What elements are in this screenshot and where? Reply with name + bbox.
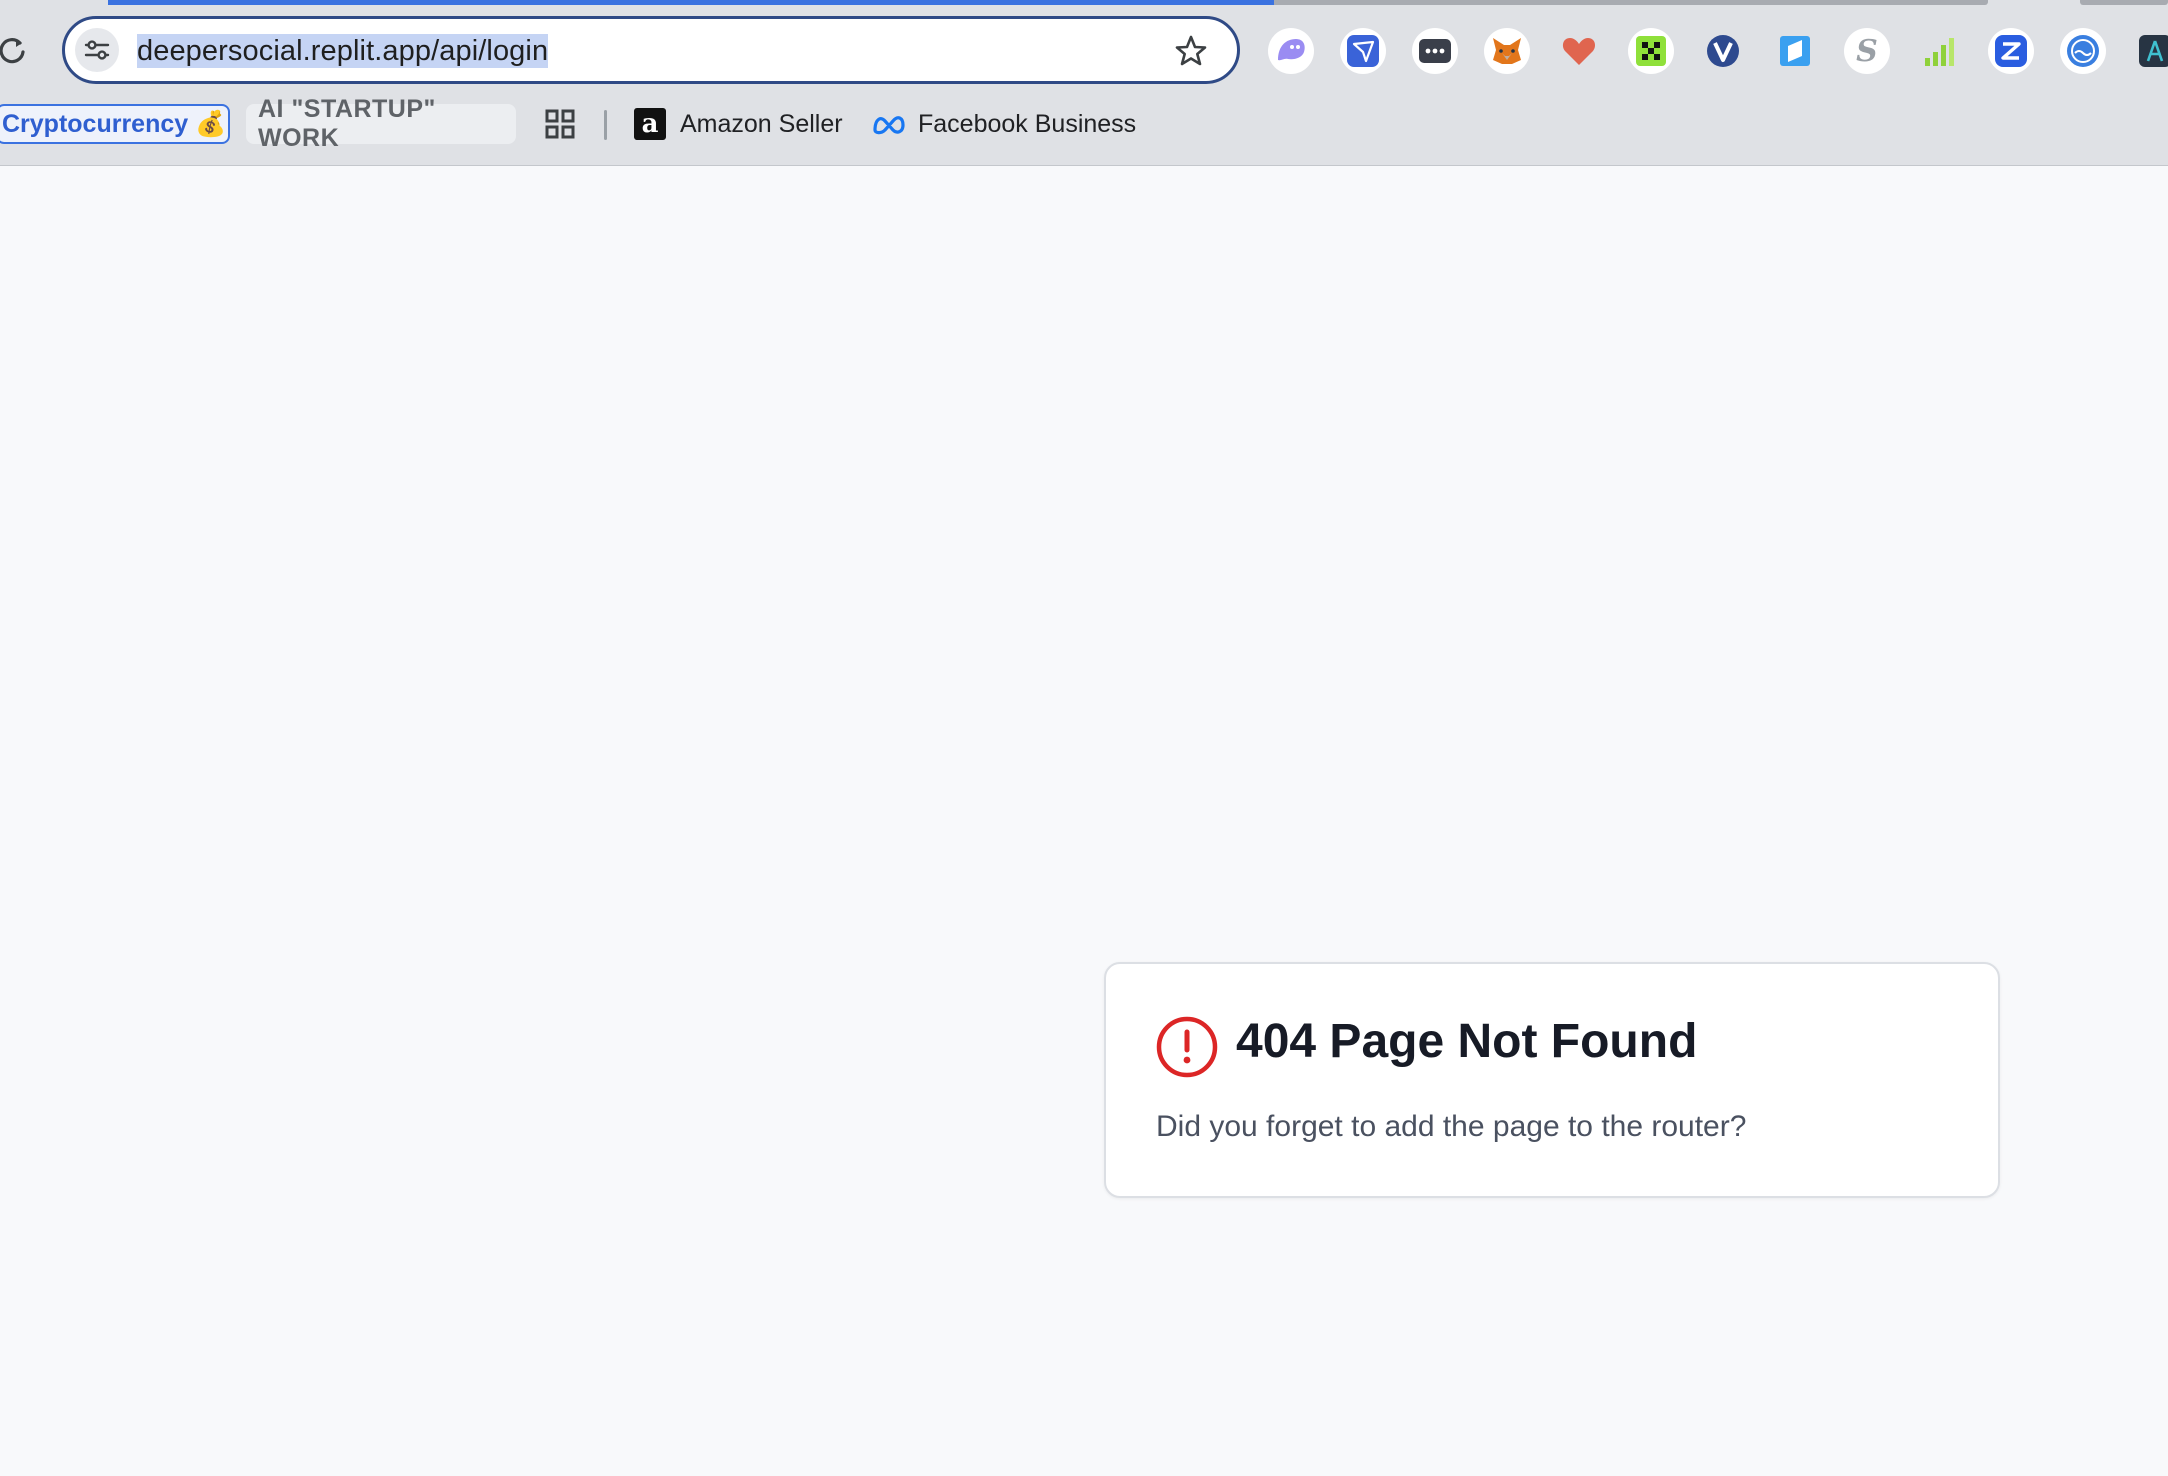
address-bar[interactable]: deepersocial.replit.app/api/login — [62, 16, 1240, 84]
bookmark-ai-label: AI "STARTUP" WORK — [258, 95, 436, 152]
metamask-fox-icon[interactable] — [1484, 28, 1530, 74]
ghost-extension-icon[interactable] — [1268, 28, 1314, 74]
amazon-logo-icon: a — [634, 108, 666, 140]
browser-chrome: deepersocial.replit.app/api/login S Cryp… — [0, 0, 2168, 166]
url-text[interactable]: deepersocial.replit.app/api/login — [137, 34, 549, 68]
green-grid-extension-icon[interactable] — [1628, 28, 1674, 74]
compass-extension-icon[interactable] — [2132, 28, 2168, 74]
signal-bars-extension-icon[interactable] — [1916, 28, 1962, 74]
reload-icon[interactable] — [0, 34, 28, 66]
star-icon[interactable] — [1173, 33, 1209, 69]
v-extension-icon[interactable] — [1700, 28, 1746, 74]
bookmark-facebook-label: Facebook Business — [918, 109, 1137, 138]
alert-circle-icon — [1156, 1016, 1218, 1078]
blue-square-extension-icon[interactable] — [1772, 28, 1818, 74]
loading-bar-fill — [108, 0, 1274, 5]
tune-icon[interactable] — [75, 28, 119, 72]
heart-extension-icon[interactable] — [1556, 28, 1602, 74]
bookmark-facebook-business[interactable]: Facebook Business — [872, 104, 1136, 144]
bookmark-separator — [604, 110, 607, 140]
bookmark-cryptocurrency-label: Cryptocurrency 💰 — [2, 109, 227, 138]
bookmark-ai-startup-work[interactable]: AI "STARTUP" WORK — [246, 95, 516, 152]
meta-logo-icon — [872, 113, 906, 135]
loading-bar-end — [2080, 0, 2168, 5]
url-selected-text[interactable]: deepersocial.replit.app/api/login — [137, 34, 549, 68]
paper-plane-extension-icon[interactable] — [1340, 28, 1386, 74]
bookmark-amazon-label: Amazon Seller — [680, 109, 843, 138]
dots-extension-icon[interactable] — [1412, 28, 1458, 74]
bookmark-amazon-seller[interactable]: a Amazon Seller — [634, 104, 843, 144]
blue-z-extension-icon[interactable] — [1988, 28, 2034, 74]
error-message: Did you forget to add the page to the ro… — [1156, 1110, 1747, 1143]
apps-grid-icon[interactable] — [544, 108, 576, 140]
loading-bar — [108, 0, 1988, 5]
waves-extension-icon[interactable] — [2060, 28, 2106, 74]
error-title: 404 Page Not Found — [1236, 1015, 1698, 1068]
error-card: 404 Page Not Found Did you forget to add… — [1104, 962, 2000, 1198]
bookmark-cryptocurrency[interactable]: Cryptocurrency 💰 — [0, 104, 230, 144]
s-extension-icon[interactable]: S — [1844, 28, 1890, 74]
